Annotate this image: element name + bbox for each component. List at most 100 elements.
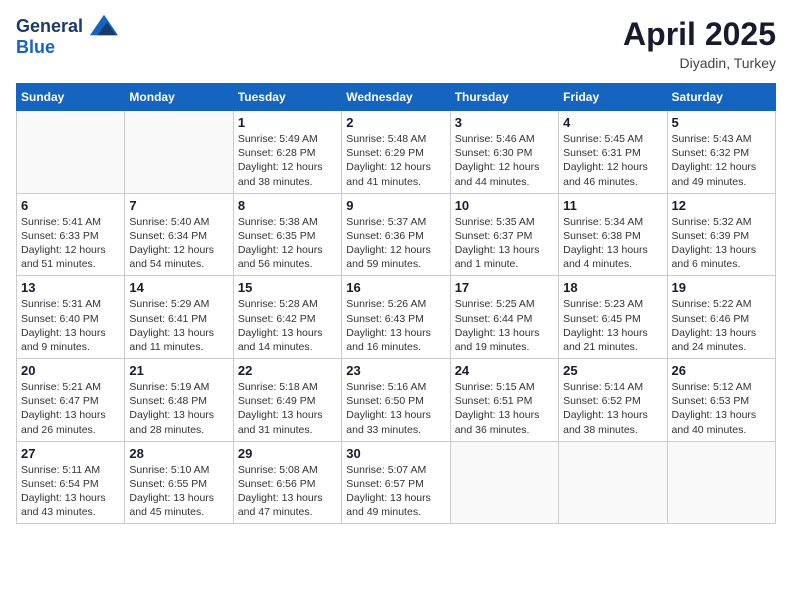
calendar-day-cell	[450, 441, 558, 524]
calendar-day-cell: 27Sunrise: 5:11 AMSunset: 6:54 PMDayligh…	[17, 441, 125, 524]
day-info: Sunrise: 5:25 AMSunset: 6:44 PMDaylight:…	[455, 297, 554, 354]
calendar-day-cell: 14 Sunrise: 5:29 AMSunset: 6:41 PMDayligh…	[125, 276, 233, 359]
day-of-week-header: Wednesday	[342, 84, 450, 111]
day-info: Sunrise: 5:26 AMSunset: 6:43 PMDaylight:…	[346, 297, 445, 354]
calendar-day-cell: 13 Sunrise: 5:31 AMSunset: 6:40 PMDayligh…	[17, 276, 125, 359]
calendar-header-row: SundayMondayTuesdayWednesdayThursdayFrid…	[17, 84, 776, 111]
calendar-title: April 2025	[623, 16, 776, 53]
day-number: 29	[238, 446, 337, 461]
day-info: Sunrise: 5:43 AMSunset: 6:32 PMDaylight:…	[672, 132, 771, 189]
day-of-week-header: Saturday	[667, 84, 775, 111]
calendar-day-cell: 4Sunrise: 5:45 AMSunset: 6:31 PMDaylight…	[559, 111, 667, 194]
calendar-day-cell: 24 Sunrise: 5:15 AMSunset: 6:51 PMDayligh…	[450, 359, 558, 442]
day-number: 28	[129, 446, 228, 461]
calendar-day-cell: 28 Sunrise: 5:10 AMSunset: 6:55 PMDayligh…	[125, 441, 233, 524]
day-number: 27	[21, 446, 120, 461]
day-number: 18	[563, 280, 662, 295]
day-info: Sunrise: 5:18 AMSunset: 6:49 PMDaylight:…	[238, 380, 337, 437]
day-info: Sunrise: 5:41 AMSunset: 6:33 PMDaylight:…	[21, 215, 120, 272]
calendar-day-cell: 21 Sunrise: 5:19 AMSunset: 6:48 PMDayligh…	[125, 359, 233, 442]
day-info: Sunrise: 5:19 AMSunset: 6:48 PMDaylight:…	[129, 380, 228, 437]
day-info: Sunrise: 5:28 AMSunset: 6:42 PMDaylight:…	[238, 297, 337, 354]
day-number: 9	[346, 198, 445, 213]
day-info: Sunrise: 5:23 AMSunset: 6:45 PMDaylight:…	[563, 297, 662, 354]
calendar-week-row: 1Sunrise: 5:49 AMSunset: 6:28 PMDaylight…	[17, 111, 776, 194]
day-number: 5	[672, 115, 771, 130]
day-number: 12	[672, 198, 771, 213]
page-header: General Blue April 2025 Diyadin, Turkey	[16, 16, 776, 71]
calendar-table: SundayMondayTuesdayWednesdayThursdayFrid…	[16, 83, 776, 524]
day-number: 8	[238, 198, 337, 213]
day-number: 23	[346, 363, 445, 378]
calendar-day-cell	[667, 441, 775, 524]
day-info: Sunrise: 5:08 AMSunset: 6:56 PMDaylight:…	[238, 463, 337, 520]
calendar-day-cell: 6 Sunrise: 5:41 AMSunset: 6:33 PMDaylight…	[17, 193, 125, 276]
day-of-week-header: Sunday	[17, 84, 125, 111]
calendar-day-cell: 17Sunrise: 5:25 AMSunset: 6:44 PMDayligh…	[450, 276, 558, 359]
day-info: Sunrise: 5:22 AMSunset: 6:46 PMDaylight:…	[672, 297, 771, 354]
calendar-day-cell: 3 Sunrise: 5:46 AMSunset: 6:30 PMDaylight…	[450, 111, 558, 194]
day-of-week-header: Monday	[125, 84, 233, 111]
day-info: Sunrise: 5:37 AMSunset: 6:36 PMDaylight:…	[346, 215, 445, 272]
day-number: 30	[346, 446, 445, 461]
calendar-day-cell: 5 Sunrise: 5:43 AMSunset: 6:32 PMDaylight…	[667, 111, 775, 194]
calendar-body: 1Sunrise: 5:49 AMSunset: 6:28 PMDaylight…	[17, 111, 776, 524]
day-of-week-header: Friday	[559, 84, 667, 111]
day-info: Sunrise: 5:34 AMSunset: 6:38 PMDaylight:…	[563, 215, 662, 272]
calendar-day-cell: 29 Sunrise: 5:08 AMSunset: 6:56 PMDayligh…	[233, 441, 341, 524]
calendar-day-cell: 23 Sunrise: 5:16 AMSunset: 6:50 PMDayligh…	[342, 359, 450, 442]
calendar-week-row: 27Sunrise: 5:11 AMSunset: 6:54 PMDayligh…	[17, 441, 776, 524]
calendar-day-cell: 30Sunrise: 5:07 AMSunset: 6:57 PMDayligh…	[342, 441, 450, 524]
calendar-week-row: 20 Sunrise: 5:21 AMSunset: 6:47 PMDayligh…	[17, 359, 776, 442]
calendar-day-cell: 25Sunrise: 5:14 AMSunset: 6:52 PMDayligh…	[559, 359, 667, 442]
day-number: 21	[129, 363, 228, 378]
calendar-day-cell: 2 Sunrise: 5:48 AMSunset: 6:29 PMDaylight…	[342, 111, 450, 194]
calendar-day-cell	[125, 111, 233, 194]
calendar-day-cell: 26 Sunrise: 5:12 AMSunset: 6:53 PMDayligh…	[667, 359, 775, 442]
day-info: Sunrise: 5:32 AMSunset: 6:39 PMDaylight:…	[672, 215, 771, 272]
day-number: 14	[129, 280, 228, 295]
logo: General Blue	[16, 16, 118, 58]
day-of-week-header: Tuesday	[233, 84, 341, 111]
day-number: 26	[672, 363, 771, 378]
day-info: Sunrise: 5:12 AMSunset: 6:53 PMDaylight:…	[672, 380, 771, 437]
day-number: 11	[563, 198, 662, 213]
calendar-day-cell	[559, 441, 667, 524]
day-info: Sunrise: 5:21 AMSunset: 6:47 PMDaylight:…	[21, 380, 120, 437]
title-block: April 2025 Diyadin, Turkey	[623, 16, 776, 71]
day-info: Sunrise: 5:45 AMSunset: 6:31 PMDaylight:…	[563, 132, 662, 189]
day-of-week-header: Thursday	[450, 84, 558, 111]
calendar-day-cell: 19Sunrise: 5:22 AMSunset: 6:46 PMDayligh…	[667, 276, 775, 359]
day-number: 22	[238, 363, 337, 378]
day-info: Sunrise: 5:35 AMSunset: 6:37 PMDaylight:…	[455, 215, 554, 272]
day-number: 3	[455, 115, 554, 130]
day-info: Sunrise: 5:29 AMSunset: 6:41 PMDaylight:…	[129, 297, 228, 354]
calendar-day-cell: 7 Sunrise: 5:40 AMSunset: 6:34 PMDaylight…	[125, 193, 233, 276]
day-number: 2	[346, 115, 445, 130]
day-info: Sunrise: 5:40 AMSunset: 6:34 PMDaylight:…	[129, 215, 228, 272]
calendar-day-cell: 16Sunrise: 5:26 AMSunset: 6:43 PMDayligh…	[342, 276, 450, 359]
day-number: 20	[21, 363, 120, 378]
day-info: Sunrise: 5:15 AMSunset: 6:51 PMDaylight:…	[455, 380, 554, 437]
day-info: Sunrise: 5:48 AMSunset: 6:29 PMDaylight:…	[346, 132, 445, 189]
day-info: Sunrise: 5:46 AMSunset: 6:30 PMDaylight:…	[455, 132, 554, 189]
calendar-day-cell: 18 Sunrise: 5:23 AMSunset: 6:45 PMDayligh…	[559, 276, 667, 359]
calendar-day-cell: 1Sunrise: 5:49 AMSunset: 6:28 PMDaylight…	[233, 111, 341, 194]
day-number: 24	[455, 363, 554, 378]
day-number: 7	[129, 198, 228, 213]
day-info: Sunrise: 5:10 AMSunset: 6:55 PMDaylight:…	[129, 463, 228, 520]
calendar-day-cell: 15 Sunrise: 5:28 AMSunset: 6:42 PMDayligh…	[233, 276, 341, 359]
calendar-subtitle: Diyadin, Turkey	[623, 55, 776, 71]
calendar-day-cell: 10Sunrise: 5:35 AMSunset: 6:37 PMDayligh…	[450, 193, 558, 276]
day-number: 15	[238, 280, 337, 295]
day-number: 1	[238, 115, 337, 130]
day-info: Sunrise: 5:16 AMSunset: 6:50 PMDaylight:…	[346, 380, 445, 437]
day-number: 6	[21, 198, 120, 213]
calendar-week-row: 13 Sunrise: 5:31 AMSunset: 6:40 PMDayligh…	[17, 276, 776, 359]
calendar-day-cell: 12 Sunrise: 5:32 AMSunset: 6:39 PMDayligh…	[667, 193, 775, 276]
calendar-day-cell: 9 Sunrise: 5:37 AMSunset: 6:36 PMDaylight…	[342, 193, 450, 276]
calendar-day-cell: 8Sunrise: 5:38 AMSunset: 6:35 PMDaylight…	[233, 193, 341, 276]
day-number: 13	[21, 280, 120, 295]
logo-blue: Blue	[16, 38, 118, 58]
day-info: Sunrise: 5:31 AMSunset: 6:40 PMDaylight:…	[21, 297, 120, 354]
